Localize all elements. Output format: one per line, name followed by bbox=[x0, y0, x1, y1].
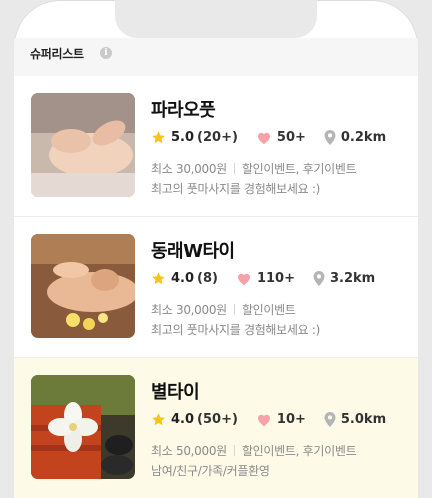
shop-name: 별타이 bbox=[151, 382, 200, 403]
shop-thumbnail[interactable] bbox=[31, 375, 135, 479]
shop-thumbnail[interactable] bbox=[31, 93, 135, 197]
events: 할인이벤트, 후기이벤트 bbox=[241, 444, 357, 458]
location-pin-icon bbox=[313, 270, 325, 286]
distance-value: 0.2km bbox=[340, 129, 387, 145]
rating: 4.0 (50+) bbox=[151, 412, 238, 427]
star-icon bbox=[152, 130, 165, 143]
likes: 10+ bbox=[256, 412, 306, 427]
min-price: 최소 50,000원 bbox=[151, 444, 227, 458]
distance: 3.2km bbox=[313, 270, 376, 286]
shop-list-item[interactable]: 별타이 4.0 (50+) 10+ 5.0km 최소 50,000원 할인이벤트… bbox=[14, 358, 418, 498]
likes-count: 110+ bbox=[256, 270, 295, 286]
list-header: 슈퍼리스트 i bbox=[14, 38, 418, 76]
shop-description: 남여/친구/가족/커플환영 bbox=[151, 464, 270, 478]
rating-value: 5.0 bbox=[171, 129, 195, 145]
min-price: 최소 30,000원 bbox=[151, 162, 227, 176]
distance: 0.2km bbox=[324, 129, 387, 145]
likes-count: 10+ bbox=[276, 411, 306, 427]
shop-stats: 5.0 (20+) 50+ 0.2km bbox=[151, 127, 404, 147]
shop-name: 파라오풋 bbox=[151, 100, 216, 121]
likes-count: 50+ bbox=[276, 129, 306, 145]
events: 할인이벤트 bbox=[241, 303, 296, 317]
events: 할인이벤트, 후기이벤트 bbox=[241, 162, 357, 176]
distance-value: 3.2km bbox=[330, 270, 376, 286]
likes: 110+ bbox=[236, 271, 295, 286]
rating: 4.0 (8) bbox=[151, 271, 218, 286]
location-pin-icon bbox=[324, 129, 336, 145]
shop-stats: 4.0 (50+) 10+ 5.0km bbox=[151, 409, 404, 429]
shop-description: 최고의 풋마사지를 경험해보세요 :) bbox=[151, 323, 321, 337]
heart-icon bbox=[257, 132, 270, 144]
shop-meta: 최소 50,000원 할인이벤트, 후기이벤트 bbox=[151, 442, 357, 459]
rating: 5.0 (20+) bbox=[151, 130, 238, 145]
shop-name: 동래W타이 bbox=[151, 241, 235, 262]
rating-value: 4.0 bbox=[171, 270, 195, 286]
location-pin-icon bbox=[324, 411, 336, 427]
shop-list: 파라오풋 5.0 (20+) 50+ 0.2km 최소 30,000원 할인이벤… bbox=[14, 76, 418, 498]
heart-icon bbox=[237, 273, 250, 285]
distance-value: 5.0km bbox=[340, 411, 387, 427]
shop-meta: 최소 30,000원 할인이벤트 bbox=[151, 301, 296, 318]
divider bbox=[233, 304, 235, 315]
rating-value: 4.0 bbox=[171, 411, 195, 427]
divider bbox=[233, 163, 235, 174]
device-notch bbox=[115, 0, 317, 38]
heart-icon bbox=[257, 414, 270, 426]
distance: 5.0km bbox=[324, 411, 387, 427]
phone-frame: 슈퍼리스트 i 파라오풋 5.0 (20+) 50+ 0.2km 최소 30,0… bbox=[0, 0, 432, 498]
star-icon bbox=[152, 412, 165, 425]
review-count: (8) bbox=[197, 270, 218, 286]
divider bbox=[233, 445, 235, 456]
app-screen: 슈퍼리스트 i 파라오풋 5.0 (20+) 50+ 0.2km 최소 30,0… bbox=[14, 0, 418, 498]
shop-list-item[interactable]: 파라오풋 5.0 (20+) 50+ 0.2km 최소 30,000원 할인이벤… bbox=[14, 76, 418, 217]
likes: 50+ bbox=[256, 130, 306, 145]
review-count: (20+) bbox=[197, 129, 238, 145]
shop-description: 최고의 풋마사지를 경험해보세요 :) bbox=[151, 182, 321, 196]
info-icon[interactable]: i bbox=[100, 47, 112, 59]
shop-thumbnail[interactable] bbox=[31, 234, 135, 338]
shop-list-item[interactable]: 동래W타이 4.0 (8) 110+ 3.2km 최소 30,000원 할인이벤… bbox=[14, 217, 418, 358]
min-price: 최소 30,000원 bbox=[151, 303, 227, 317]
page-title: 슈퍼리스트 bbox=[30, 47, 84, 61]
review-count: (50+) bbox=[197, 411, 238, 427]
shop-stats: 4.0 (8) 110+ 3.2km bbox=[151, 268, 393, 288]
shop-meta: 최소 30,000원 할인이벤트, 후기이벤트 bbox=[151, 160, 357, 177]
star-icon bbox=[152, 271, 165, 284]
